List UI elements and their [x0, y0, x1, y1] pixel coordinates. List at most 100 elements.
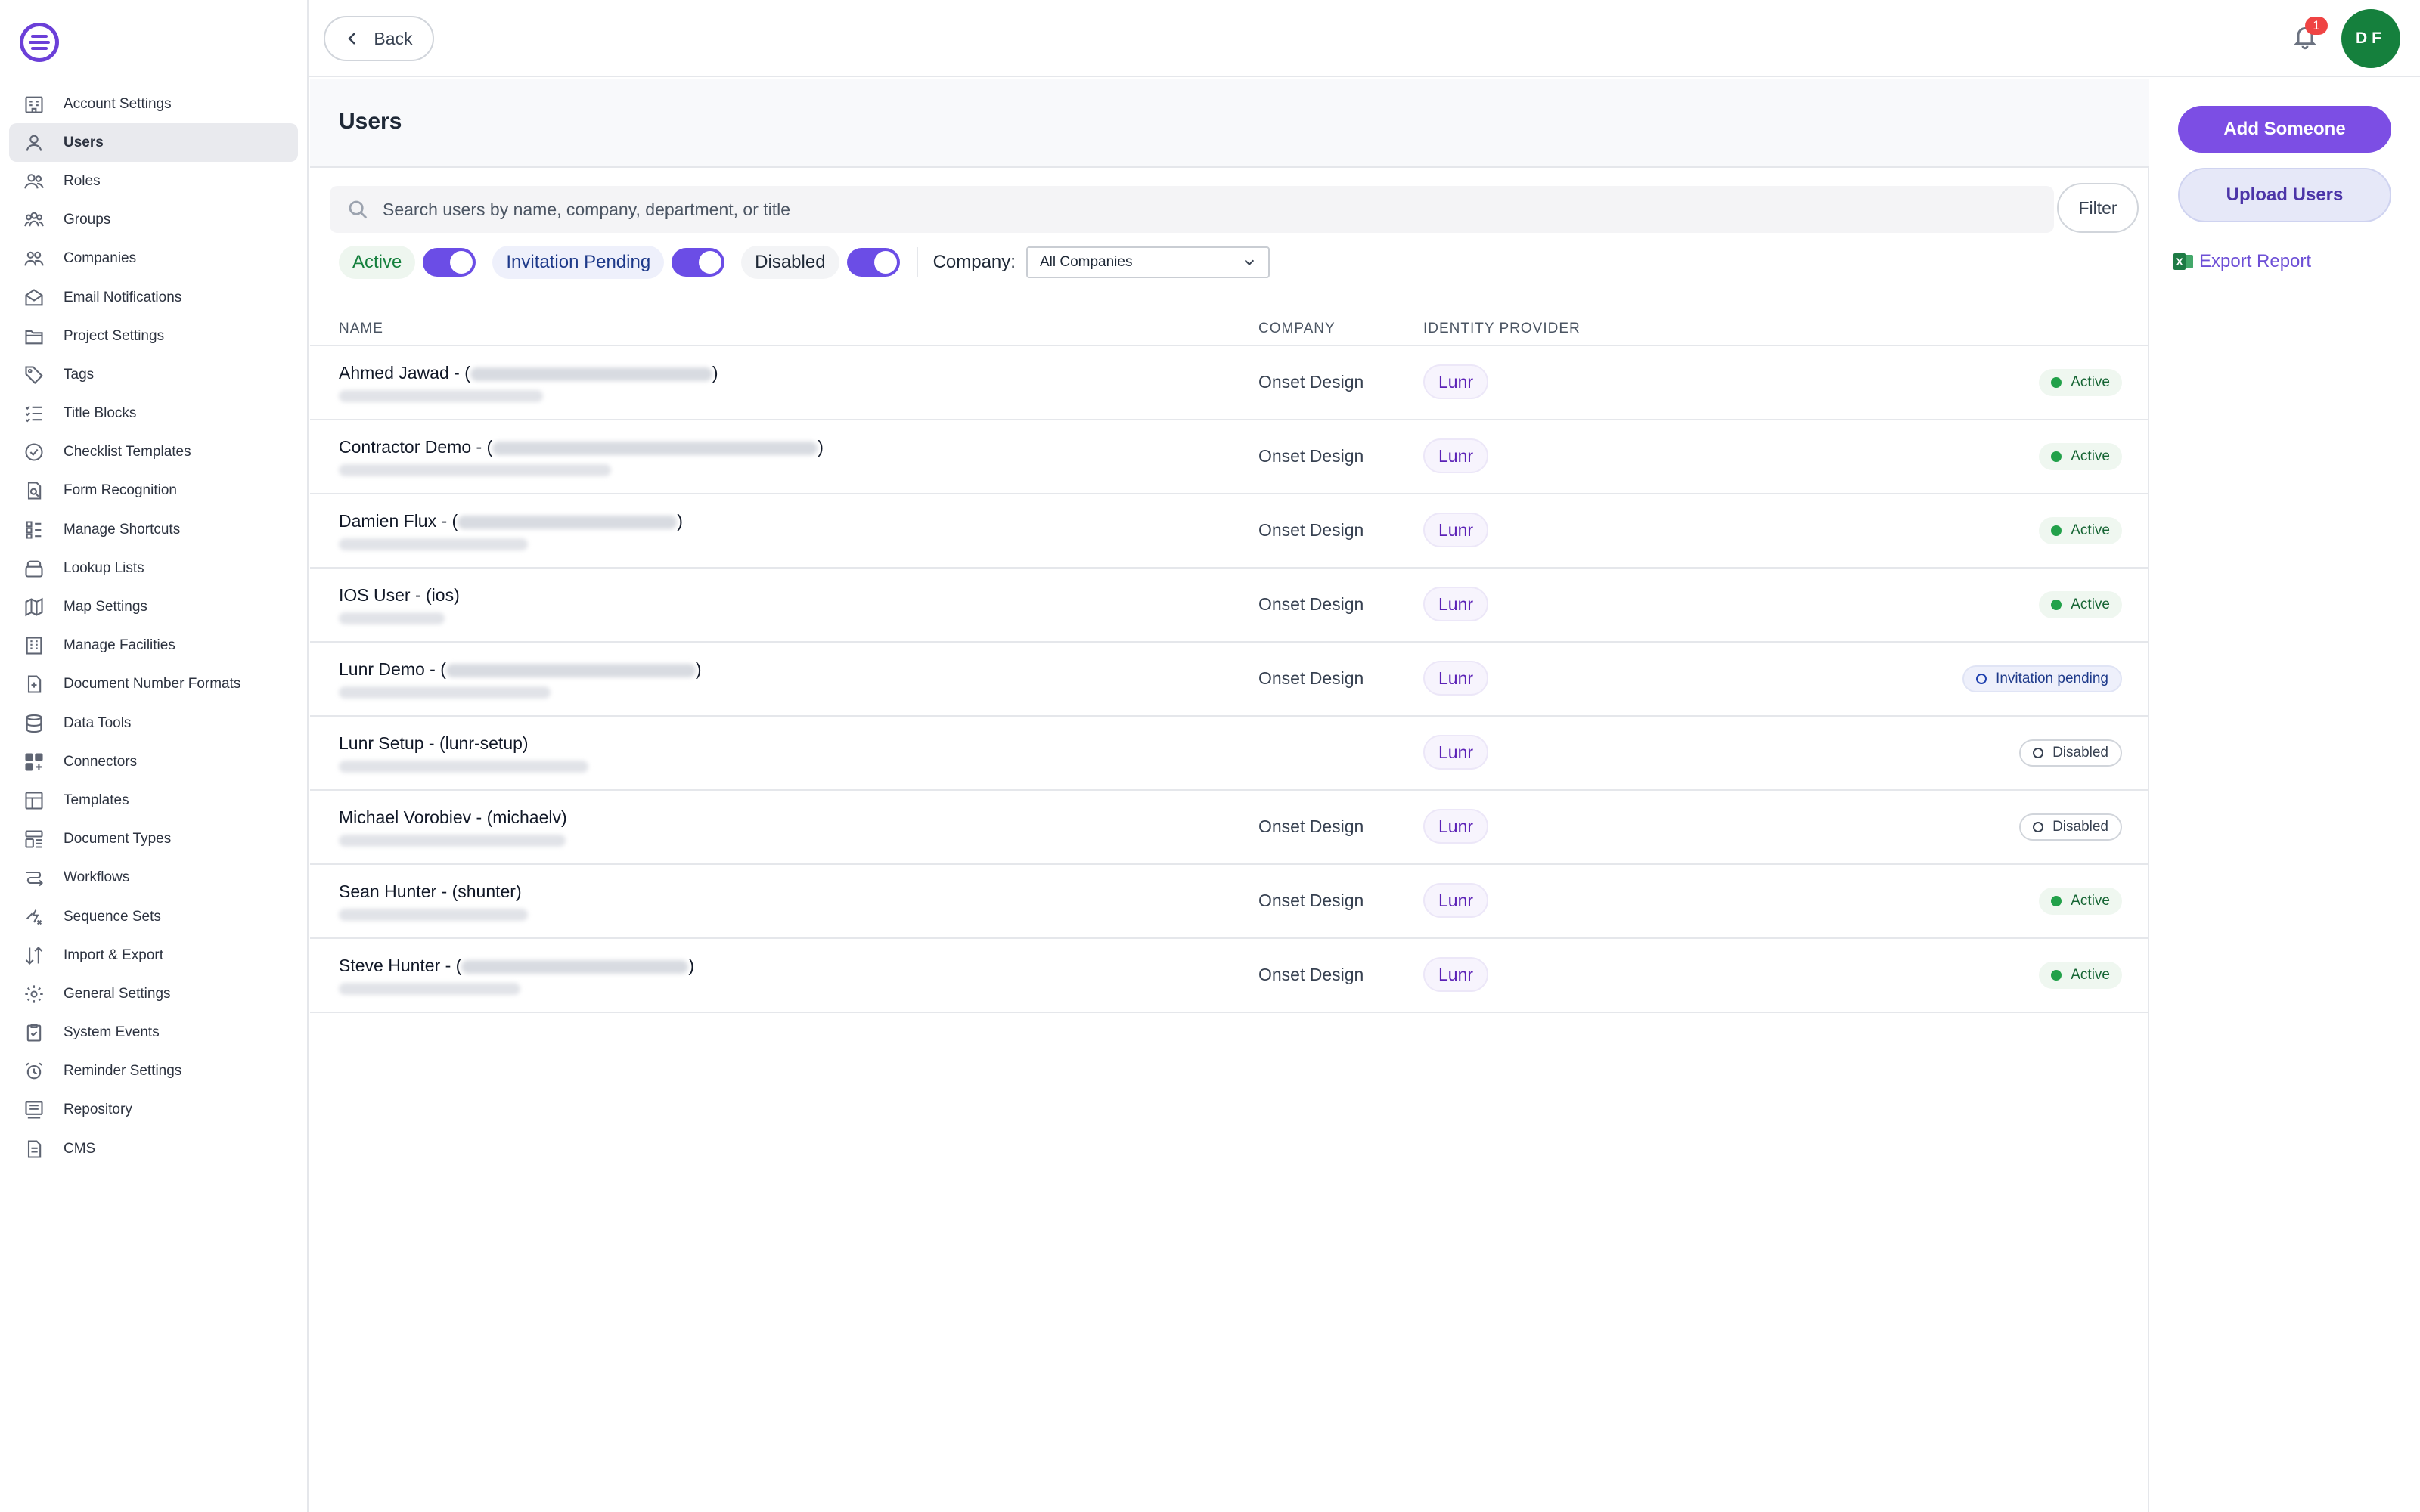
sidebar-item-label: Templates — [64, 792, 129, 808]
sidebar-item-workflows[interactable]: Workflows — [9, 859, 298, 897]
user-name[interactable]: Lunr Demo - () — [339, 659, 702, 680]
checklist-icon — [23, 402, 45, 425]
sidebar-item-form-recognition[interactable]: Form Recognition — [9, 472, 298, 510]
sidebar-item-templates[interactable]: Templates — [9, 781, 298, 820]
user-name[interactable]: Lunr Setup - (lunr-setup) — [339, 733, 529, 754]
user-name[interactable]: Sean Hunter - (shunter) — [339, 881, 522, 902]
sidebar-item-tags[interactable]: Tags — [9, 355, 298, 394]
sidebar-item-document-number-formats[interactable]: Document Number Formats — [9, 665, 298, 704]
identity-provider-badge: Lunr — [1423, 809, 1489, 844]
back-button[interactable]: Back — [324, 16, 434, 61]
back-label: Back — [374, 28, 413, 48]
sidebar-item-map-settings[interactable]: Map Settings — [9, 587, 298, 626]
sidebar-item-label: Roles — [64, 172, 101, 189]
identity-provider-badge: Lunr — [1423, 735, 1489, 770]
user-company: Onset Design — [1258, 965, 1364, 984]
status-badge: Disabled — [2019, 813, 2122, 841]
users-icon — [23, 170, 45, 193]
redacted-user-email — [339, 538, 528, 550]
sidebar-item-email-notifications[interactable]: Email Notifications — [9, 278, 298, 317]
user-name[interactable]: Damien Flux - () — [339, 511, 683, 531]
sidebar-item-sequence-sets[interactable]: Sequence Sets — [9, 897, 298, 936]
sidebar-item-data-tools[interactable]: Data Tools — [9, 704, 298, 742]
filter-button[interactable]: Filter — [2057, 183, 2139, 233]
sidebar-item-import-export[interactable]: Import & Export — [9, 936, 298, 974]
redacted-email — [492, 441, 818, 455]
envelope-icon — [23, 287, 45, 309]
app-root: Account Settings Users Roles Groups Companie… — [0, 0, 2420, 1512]
check-circle-icon — [23, 441, 45, 463]
table-row[interactable]: Contractor Demo - () Onset Design Lunr Acti… — [310, 420, 2149, 494]
user-name[interactable]: Steve Hunter - () — [339, 956, 694, 976]
sidebar-item-system-events[interactable]: System Events — [9, 1014, 298, 1052]
table-row[interactable]: Ahmed Jawad - () Onset Design Lunr Active — [310, 346, 2149, 420]
sidebar-item-manage-facilities[interactable]: Manage Facilities — [9, 627, 298, 665]
user-name[interactable]: Michael Vorobiev - (michaelv) — [339, 807, 567, 828]
disabled-toggle[interactable] — [846, 248, 900, 277]
redacted-email — [470, 367, 712, 381]
main-content: Users Filter Active Invitation Pending D… — [310, 79, 2149, 1512]
company-select-value: All Companies — [1039, 254, 1133, 270]
repository-icon — [23, 1098, 45, 1121]
user-name[interactable]: IOS User - (ios) — [339, 585, 460, 606]
facility-icon — [23, 634, 45, 657]
sidebar-item-label: Connectors — [64, 753, 138, 770]
sidebar-item-reminder-settings[interactable]: Reminder Settings — [9, 1052, 298, 1091]
notification-badge: 1 — [2305, 17, 2328, 35]
table-row[interactable]: Damien Flux - () Onset Design Lunr Active — [310, 494, 2149, 569]
user-name[interactable]: Ahmed Jawad - () — [339, 363, 718, 383]
sidebar-item-groups[interactable]: Groups — [9, 201, 298, 240]
export-report-link[interactable]: X Export Report — [2173, 251, 2311, 272]
upload-users-button[interactable]: Upload Users — [2178, 168, 2391, 222]
database-icon — [23, 712, 45, 735]
avatar[interactable]: DF — [2341, 9, 2400, 68]
user-name[interactable]: Contractor Demo - () — [339, 437, 824, 457]
actions-panel: Add Someone Upload Users X Export Report — [2149, 79, 2420, 1512]
table-row[interactable]: Sean Hunter - (shunter) Onset Design Lunr A… — [310, 865, 2149, 939]
sidebar-item-connectors[interactable]: Connectors — [9, 742, 298, 781]
sidebar-item-label: CMS — [64, 1140, 96, 1157]
sidebar-item-project-settings[interactable]: Project Settings — [9, 317, 298, 355]
page-title: Users — [339, 109, 402, 134]
table-row[interactable]: Lunr Demo - () Onset Design Lunr Invitation… — [310, 643, 2149, 717]
sidebar-item-document-types[interactable]: Document Types — [9, 820, 298, 859]
table-row[interactable]: Michael Vorobiev - (michaelv) Onset Desig… — [310, 791, 2149, 865]
user-company: Onset Design — [1258, 668, 1364, 688]
table-row[interactable]: Steve Hunter - () Onset Design Lunr Active — [310, 939, 2149, 1013]
search-bar — [330, 186, 2054, 233]
company-select[interactable]: All Companies — [1025, 246, 1270, 278]
column-header-company[interactable]: COMPANY — [1258, 321, 1336, 337]
sidebar-item-account-settings[interactable]: Account Settings — [9, 85, 298, 123]
add-someone-button[interactable]: Add Someone — [2178, 106, 2391, 153]
table-row[interactable]: Lunr Setup - (lunr-setup) Lunr Disabled — [310, 717, 2149, 791]
redacted-email — [445, 663, 696, 677]
folder-icon — [23, 325, 45, 348]
sidebar-item-repository[interactable]: Repository — [9, 1091, 298, 1129]
identity-provider-badge: Lunr — [1423, 883, 1489, 918]
column-header-name[interactable]: NAME — [339, 321, 383, 337]
template-icon — [23, 789, 45, 812]
sidebar-item-roles[interactable]: Roles — [9, 162, 298, 200]
column-header-identity-provider[interactable]: IDENTITY PROVIDER — [1423, 321, 1581, 337]
user-company: Onset Design — [1258, 594, 1364, 614]
sidebar-item-label: Reminder Settings — [64, 1063, 182, 1080]
sidebar-item-checklist-templates[interactable]: Checklist Templates — [9, 433, 298, 472]
sidebar-item-general-settings[interactable]: General Settings — [9, 974, 298, 1013]
sidebar-item-title-blocks[interactable]: Title Blocks — [9, 395, 298, 433]
app-logo-icon[interactable] — [20, 23, 59, 62]
sidebar-item-lookup-lists[interactable]: Lookup Lists — [9, 549, 298, 587]
company-filter-label: Company: — [932, 252, 1016, 272]
active-toggle[interactable] — [423, 248, 476, 277]
search-input[interactable] — [383, 199, 1895, 220]
table-row[interactable]: IOS User - (ios) Onset Design Lunr Active — [310, 569, 2149, 643]
sidebar-item-companies[interactable]: Companies — [9, 240, 298, 278]
sidebar-item-users[interactable]: Users — [9, 123, 298, 163]
sidebar-item-label: Email Notifications — [64, 289, 182, 305]
sidebar-item-label: Groups — [64, 212, 111, 228]
sidebar-item-cms[interactable]: CMS — [9, 1129, 298, 1168]
table-header: NAME COMPANY IDENTITY PROVIDER — [310, 311, 2149, 346]
pending-toggle[interactable] — [672, 248, 725, 277]
export-report-label: Export Report — [2199, 251, 2312, 271]
identity-provider-badge: Lunr — [1423, 957, 1489, 992]
sidebar-item-manage-shortcuts[interactable]: Manage Shortcuts — [9, 510, 298, 549]
